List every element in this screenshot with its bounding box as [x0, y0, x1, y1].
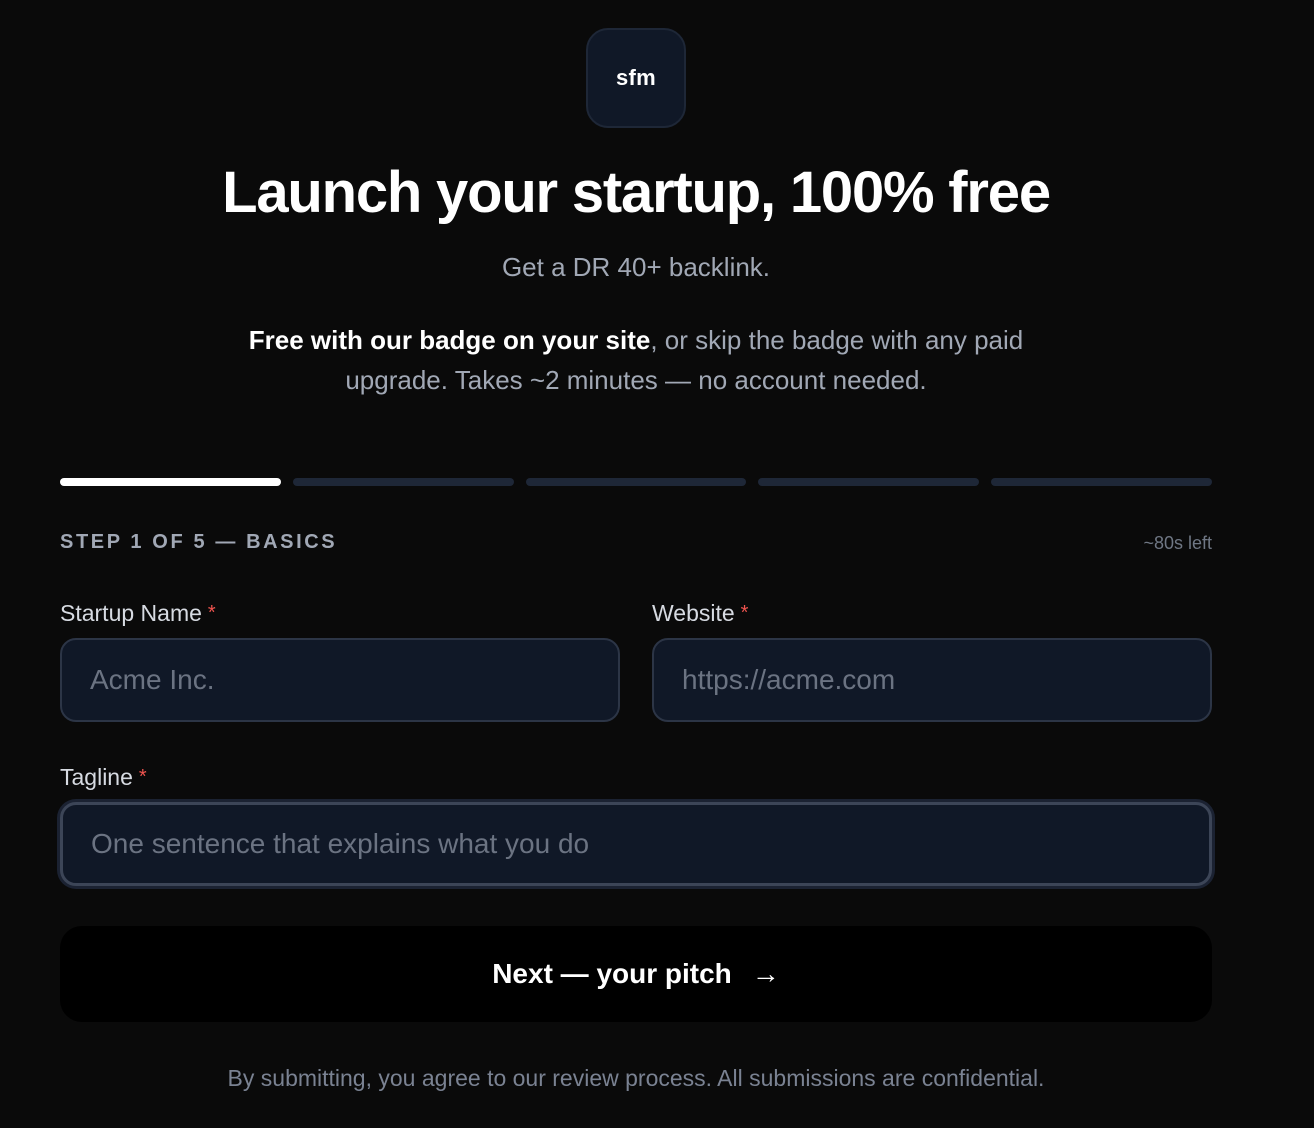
page-subtitle: Get a DR 40+ backlink.	[501, 252, 771, 282]
brand-logo-text: sfm	[615, 65, 657, 90]
website-label-text: Website	[652, 600, 735, 626]
page-title: Launch your startup, 100% free	[222, 160, 1051, 225]
footer-note: By submitting, you agree to our review p…	[227, 1065, 1045, 1091]
required-marker: *	[138, 766, 147, 788]
progress-segment-5	[991, 478, 1212, 486]
step-progress-bar	[60, 478, 1212, 486]
website-input[interactable]	[652, 638, 1212, 722]
submit-startup-page: sfm Launch your startup, 100% free Get a…	[0, 0, 1314, 1128]
brand-logo: sfm	[586, 28, 686, 128]
next-button[interactable]: Next — your pitch →	[60, 926, 1212, 1022]
tagline-label-text: Tagline	[60, 764, 133, 790]
progress-segment-4	[758, 478, 980, 486]
tagline-input[interactable]	[60, 802, 1212, 886]
startup-name-label-text: Startup Name	[60, 600, 202, 626]
required-marker: *	[740, 602, 749, 624]
tagline-label: Tagline *	[60, 762, 147, 792]
progress-segment-1	[60, 478, 281, 486]
arrow-right-icon: →	[751, 958, 780, 989]
website-label: Website *	[652, 598, 748, 628]
startup-name-label: Startup Name *	[60, 598, 216, 628]
required-marker: *	[207, 602, 216, 624]
progress-segment-2	[292, 478, 514, 486]
page-description: Free with our badge on your site, or ski…	[236, 320, 1036, 400]
next-button-label: Next — your pitch	[492, 958, 732, 989]
step-label: STEP 1 OF 5 — BASICS	[60, 531, 338, 553]
time-left-indicator: ~80s left	[1143, 533, 1212, 553]
description-emphasis: Free with our badge on your site	[248, 325, 651, 355]
progress-segment-3	[525, 478, 747, 486]
startup-name-input[interactable]	[60, 638, 620, 722]
